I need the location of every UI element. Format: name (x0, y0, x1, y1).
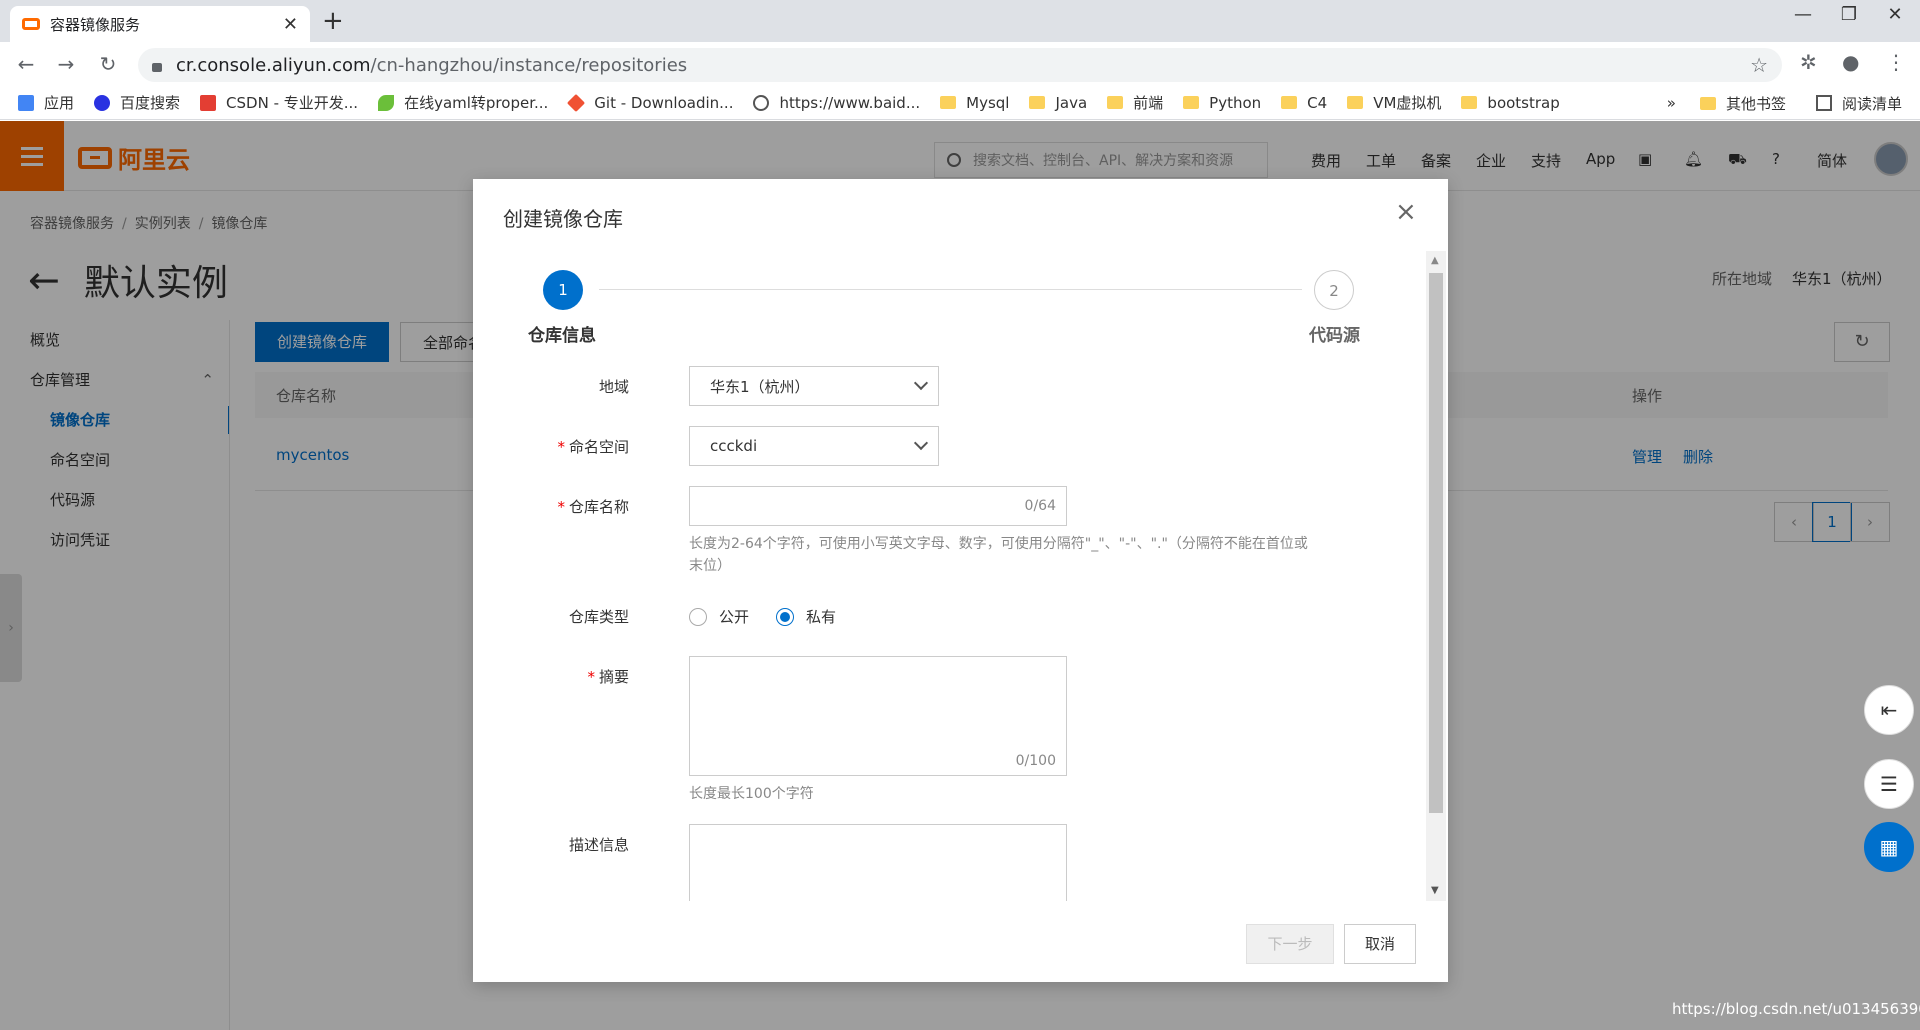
link-icon (753, 94, 770, 111)
aliyun-favicon-icon (22, 18, 40, 30)
chevron-down-icon (913, 435, 929, 451)
scroll-down-icon[interactable]: ▼ (1431, 885, 1439, 896)
repo-name-field-label: * 仓库名称 (557, 498, 629, 516)
apps-icon[interactable]: ▦ (1864, 822, 1914, 872)
region-select-value: 华东1（杭州） (710, 377, 810, 396)
step-connector (599, 289, 1302, 290)
folder-icon (1029, 96, 1046, 109)
folder-icon (1347, 96, 1364, 109)
radio-private-label: 私有 (806, 608, 837, 626)
repo-type-field-label: 仓库类型 (568, 608, 629, 626)
summary-field-label: * 摘要 (587, 668, 629, 686)
folder-icon (940, 96, 957, 109)
description-field-label: 描述信息 (568, 836, 629, 854)
bookmark-star-icon[interactable]: ☆ (1750, 53, 1768, 77)
next-button[interactable]: 下一步 (1246, 924, 1334, 964)
leaf-icon (378, 94, 395, 111)
bookmark-folder-vm[interactable]: VM虚拟机 (1347, 92, 1441, 113)
radio-private-button[interactable] (776, 607, 794, 626)
repo-name-input[interactable]: 0/64 (689, 486, 1067, 526)
namespace-select-value: ccckdi (710, 437, 758, 455)
url-host: cr.console.aliyun.com (176, 54, 371, 76)
bookmark-folder-python[interactable]: Python (1183, 94, 1261, 112)
new-tab-icon[interactable]: + (322, 6, 344, 36)
chat-icon[interactable]: ☰ (1864, 759, 1914, 809)
url-path: /cn-hangzhou/instance/repositories (370, 54, 688, 76)
radio-public-button[interactable] (689, 607, 707, 626)
step-2-label: 代码源 (1309, 326, 1360, 346)
scroll-up-icon[interactable]: ▲ (1431, 255, 1439, 266)
region-select[interactable]: 华东1（杭州） (689, 366, 939, 406)
tab-title: 容器镜像服务 (50, 15, 141, 34)
bookmark-apps[interactable]: 应用 (18, 92, 74, 113)
namespace-select[interactable]: ccckdi (689, 426, 939, 466)
reading-list[interactable]: 阅读清单 (1842, 93, 1902, 114)
browser-tab[interactable]: 容器镜像服务 ✕ (10, 6, 310, 42)
reading-list-icon (1815, 95, 1832, 111)
profile-icon[interactable]: ● (1842, 50, 1859, 74)
cancel-button[interactable]: 取消 (1344, 924, 1416, 964)
close-window-icon[interactable]: ✕ (1872, 4, 1918, 25)
extensions-icon[interactable]: ✲ (1800, 50, 1817, 74)
summary-counter: 0/100 (1015, 753, 1056, 769)
csdn-icon (200, 94, 217, 111)
bookmark-git[interactable]: Git - Downloadin... (567, 93, 733, 112)
bookmark-baidu[interactable]: 百度搜索 (94, 92, 180, 113)
close-icon[interactable]: × (1395, 197, 1417, 227)
radio-private[interactable]: 私有 (776, 606, 836, 627)
bookmarks-bar: 应用 百度搜索 CSDN - 专业开发... 在线yaml转proper... … (0, 86, 1920, 120)
repo-name-hint: 长度为2-64个字符，可使用小写英文字母、数字，可使用分隔符"_"、"-"、".… (689, 536, 1308, 574)
summary-textarea[interactable]: 0/100 (689, 656, 1067, 776)
back-icon[interactable]: ← (14, 52, 38, 76)
bookmark-folder-mysql[interactable]: Mysql (940, 94, 1009, 112)
folder-icon (1461, 96, 1478, 109)
folder-icon (1699, 96, 1716, 110)
bookmark-folder-frontend[interactable]: 前端 (1107, 92, 1163, 113)
step-2-indicator: 2 (1314, 270, 1354, 310)
other-bookmarks[interactable]: 其他书签 (1726, 93, 1786, 114)
baidu-paw-icon (94, 94, 111, 111)
menu-kebab-icon[interactable]: ⋮ (1886, 50, 1906, 74)
repo-name-counter: 0/64 (1024, 498, 1056, 514)
bookmark-folder-c4[interactable]: C4 (1281, 94, 1327, 112)
scrollbar-thumb[interactable] (1429, 273, 1443, 813)
dialog-title: 创建镜像仓库 (503, 207, 623, 231)
bookmark-folder-bootstrap[interactable]: bootstrap (1461, 94, 1560, 112)
lock-icon (152, 62, 162, 72)
step-1-label: 仓库信息 (528, 326, 596, 346)
bookmark-folder-java[interactable]: Java (1029, 94, 1087, 112)
summary-hint: 长度最长100个字符 (689, 786, 814, 802)
folder-icon (1107, 96, 1124, 109)
radio-public[interactable]: 公开 (689, 606, 749, 627)
minimize-icon[interactable]: — (1780, 4, 1826, 25)
url-field[interactable]: cr.console.aliyun.com/cn-hangzhou/instan… (138, 48, 1782, 82)
chevron-down-icon (913, 375, 929, 391)
reload-icon[interactable]: ↻ (96, 52, 120, 76)
watermark-text: https://blog.csdn.net/u013456390 (1672, 1000, 1920, 1018)
bookmarks-right: » 其他书签 阅读清单 (1667, 86, 1902, 120)
restore-icon[interactable]: ❐ (1826, 4, 1872, 25)
folder-icon (1281, 96, 1298, 109)
region-field-label: 地域 (598, 378, 629, 396)
step-1-indicator: 1 (543, 270, 583, 310)
close-tab-icon[interactable]: ✕ (283, 14, 298, 35)
folder-icon (1183, 96, 1200, 109)
more-bookmarks-icon[interactable]: » (1667, 94, 1676, 112)
bookmark-yaml[interactable]: 在线yaml转proper... (378, 92, 548, 113)
apps-grid-icon (18, 94, 34, 111)
namespace-field-label: * 命名空间 (557, 438, 629, 456)
create-repo-dialog: 创建镜像仓库 × ▲ ▼ 1 2 仓库信息 代码源 地域 华东1（杭州） * 命名… (473, 179, 1448, 982)
bookmark-baidu-link[interactable]: https://www.baid... (753, 94, 920, 112)
description-textarea[interactable] (689, 824, 1067, 901)
bookmark-csdn[interactable]: CSDN - 专业开发... (200, 92, 358, 113)
git-icon (567, 93, 586, 112)
feedback-icon[interactable]: ⇤ (1864, 685, 1914, 735)
forward-icon[interactable]: → (54, 52, 78, 76)
radio-public-label: 公开 (719, 608, 750, 626)
